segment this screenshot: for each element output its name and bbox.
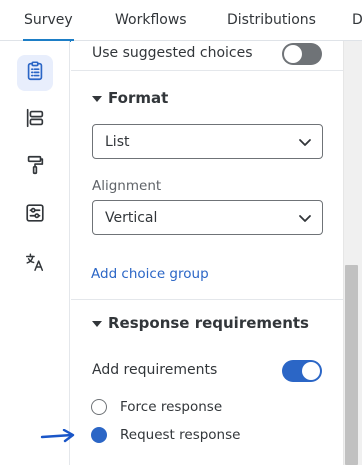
tab-survey[interactable]: Survey <box>23 0 74 42</box>
sliders-settings-icon <box>24 202 46 228</box>
use-suggested-choices-label: Use suggested choices <box>92 45 253 61</box>
tab-workflows[interactable]: Workflows <box>115 0 187 41</box>
section-divider <box>71 70 343 71</box>
toggle-knob <box>284 45 302 63</box>
format-section-title[interactable]: Format <box>108 89 168 107</box>
format-select-value: List <box>105 134 130 150</box>
rail-button-blocks[interactable] <box>17 102 53 138</box>
collapse-caret-icon[interactable] <box>92 96 102 102</box>
toggle-knob <box>302 362 320 380</box>
question-settings-panel: Use suggested choices Format List Alignm… <box>71 41 343 465</box>
top-tab-bar: Survey Workflows Distributions D <box>0 0 362 42</box>
use-suggested-choices-toggle[interactable] <box>282 43 322 65</box>
request-response-label[interactable]: Request response <box>120 427 240 443</box>
tab-truncated[interactable]: D <box>352 0 362 41</box>
collapse-caret-icon[interactable] <box>92 321 102 327</box>
add-choice-group-link[interactable]: Add choice group <box>91 266 209 282</box>
left-icon-rail <box>0 41 70 465</box>
clipboard-icon <box>24 60 46 86</box>
alignment-select-value: Vertical <box>105 210 158 226</box>
response-requirements-section-title[interactable]: Response requirements <box>108 314 309 332</box>
force-response-label[interactable]: Force response <box>120 399 222 415</box>
alignment-select[interactable]: Vertical <box>92 200 323 235</box>
request-response-radio[interactable] <box>91 427 107 443</box>
rail-button-translate[interactable] <box>17 246 53 282</box>
add-requirements-label: Add requirements <box>92 362 218 378</box>
section-divider <box>71 299 343 300</box>
add-requirements-toggle[interactable] <box>282 360 322 382</box>
tab-distributions[interactable]: Distributions <box>227 0 316 41</box>
format-select[interactable]: List <box>92 124 323 159</box>
rail-button-look-and-feel[interactable] <box>17 149 53 185</box>
rail-button-survey-options[interactable] <box>17 197 53 233</box>
alignment-label: Alignment <box>92 178 162 194</box>
force-response-radio[interactable] <box>91 399 107 415</box>
scrollbar-thumb[interactable] <box>345 265 358 465</box>
translate-icon <box>24 251 46 277</box>
layout-blocks-icon <box>24 107 46 133</box>
paint-roller-icon <box>24 154 46 180</box>
rail-button-survey-builder[interactable] <box>17 55 53 91</box>
